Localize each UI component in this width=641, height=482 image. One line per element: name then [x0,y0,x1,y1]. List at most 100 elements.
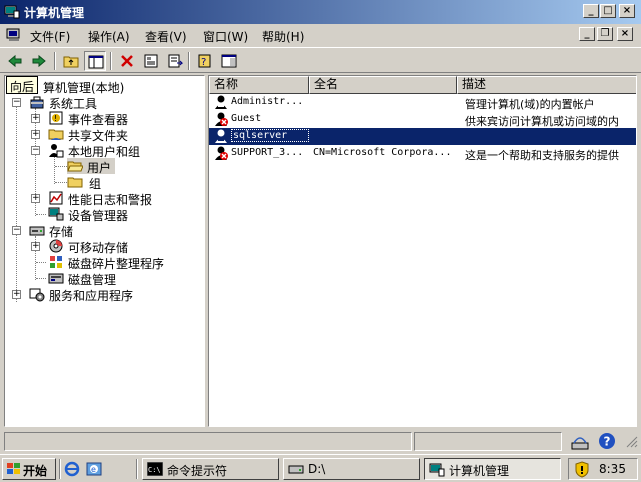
child-restore-button[interactable]: ❐ [597,27,613,41]
toolbar-separator [54,52,56,70]
user-list-view[interactable]: 名称 全名 描述 Administr... 管理计算机(域)的内置帐户 Gues… [208,75,637,427]
user-icon [215,95,227,109]
taskbar-separator [59,459,61,479]
tree-node-disk-defrag[interactable]: 磁盘碎片整理程序 [5,254,204,271]
taskbar-item-computer-management[interactable]: 计算机管理 [424,458,561,480]
tree-node-groups[interactable]: 组 [67,174,127,191]
tree-connector [55,166,67,167]
svg-text:e: e [91,465,96,474]
minimize-button[interactable]: _ [583,4,599,18]
svg-text:?: ? [201,57,206,68]
taskbar-item-cmd[interactable]: C:\ 命令提示符 [142,458,279,480]
taskbar-item-label: D:\ [308,462,326,476]
user-fullname: CN=Microsoft Corpora... [313,147,452,158]
user-name: sqlserver [231,129,309,142]
tree-connector [36,278,46,279]
show-action-pane-button[interactable] [218,51,240,71]
menu-view[interactable]: 查看(V) [145,28,187,45]
svg-text:C:\: C:\ [148,466,161,474]
tree-node-device-manager[interactable]: 设备管理器 [5,206,195,223]
command-prompt-icon: C:\ [147,462,163,476]
column-header-fullname[interactable]: 全名 [309,76,457,94]
tree-connector [36,262,46,263]
menu-action[interactable]: 操作(A) [88,28,130,45]
collapse-toggle[interactable]: − [12,226,21,235]
list-item[interactable]: sqlserver [209,128,636,145]
child-close-button[interactable]: × [617,27,633,41]
storage-icon [29,226,45,236]
folder-up-icon [63,56,79,68]
tree-node-perf-logs[interactable]: + 性能日志和警报 [5,190,195,207]
tree-node-users[interactable]: 用户 [67,158,115,175]
expand-toggle[interactable]: + [31,194,40,203]
device-manager-icon [48,207,64,221]
user-name: Administr... [231,96,304,107]
folder-open-icon [67,161,83,172]
tree-node-storage[interactable]: − 存储 [5,222,195,239]
help-circle-icon[interactable]: ? [598,432,616,450]
collapse-toggle[interactable]: − [12,98,21,107]
delete-x-icon [121,55,133,67]
user-description: 供来宾访问计算机或访问域的内 [465,115,619,128]
menu-file[interactable]: 文件(F) [30,28,70,45]
clock[interactable]: 8:35 [599,462,626,476]
export-list-button[interactable] [164,51,186,71]
maximize-button[interactable]: □ [600,4,616,18]
network-connection-icon [571,437,589,450]
tree-connector [54,156,55,184]
start-button[interactable]: 开始 [2,458,56,480]
tree-connector [36,214,46,215]
help-button[interactable]: ? [194,51,216,71]
mmc-document-icon[interactable] [6,27,22,43]
column-header-name[interactable]: 名称 [209,76,309,94]
drive-icon [288,465,304,474]
show-hide-tree-button[interactable] [84,51,106,71]
forward-button[interactable] [28,51,50,71]
tree-node-system-tools[interactable]: − 系统工具 [5,94,195,111]
menu-help[interactable]: 帮助(H) [262,28,304,45]
properties-button[interactable] [140,51,162,71]
resize-grip-icon[interactable] [624,434,638,448]
window-title: 计算机管理 [24,6,85,20]
toolbar-separator [188,52,190,70]
tree-node-disk-management[interactable]: 磁盘管理 [5,270,195,287]
expand-toggle[interactable]: + [31,130,40,139]
svg-text:!: ! [54,114,57,123]
collapse-toggle[interactable]: − [31,146,40,155]
user-name: SUPPORT_3... [231,147,304,158]
taskbar-item-drive[interactable]: D:\ [283,458,420,480]
computer-management-icon [4,5,20,19]
performance-logs-icon [49,191,63,205]
console-tree[interactable]: 算机管理(本地) − 系统工具 + ! 事件查看器 + 共享文件夹 − 本地用户… [4,75,205,427]
windows-logo-icon [7,463,20,474]
list-item[interactable]: SUPPORT_3... CN=Microsoft Corpora... 这是一… [209,145,636,162]
up-one-level-button[interactable] [60,51,82,71]
security-shield-icon[interactable] [574,461,590,478]
child-minimize-button[interactable]: _ [579,27,595,41]
outlook-express-icon[interactable]: e [86,461,103,477]
tree-node-event-viewer[interactable]: + ! 事件查看器 [5,110,195,127]
back-button[interactable] [4,51,26,71]
title-bar[interactable]: 计算机管理 _ □ × [0,0,641,24]
back-arrow-icon [8,54,22,68]
internet-explorer-icon[interactable] [64,461,81,477]
tree-node-local-users-groups[interactable]: − 本地用户和组 [5,142,195,159]
close-button[interactable]: × [619,4,635,18]
tree-node-shared-folders[interactable]: + 共享文件夹 [5,126,195,143]
properties-icon [144,54,158,68]
menu-window[interactable]: 窗口(W) [203,28,248,45]
list-item[interactable]: Administr... 管理计算机(域)的内置帐户 [209,94,636,111]
expand-toggle[interactable]: + [12,290,21,299]
expand-toggle[interactable]: + [31,242,40,251]
column-header-description[interactable]: 描述 [457,76,636,94]
tree-connector [55,182,67,183]
user-description: 这是一个帮助和支持服务的提供 [465,149,619,162]
expand-toggle[interactable]: + [31,114,40,123]
taskbar-item-label: 命令提示符 [167,464,228,478]
tree-node-services-apps[interactable]: + 服务和应用程序 [5,286,195,303]
defragmenter-icon [50,256,62,268]
delete-button[interactable] [116,51,138,71]
disabled-user-icon [215,112,228,126]
tree-node-removable-storage[interactable]: + 可移动存储 [5,238,195,255]
list-item[interactable]: Guest 供来宾访问计算机或访问域的内 [209,111,636,128]
